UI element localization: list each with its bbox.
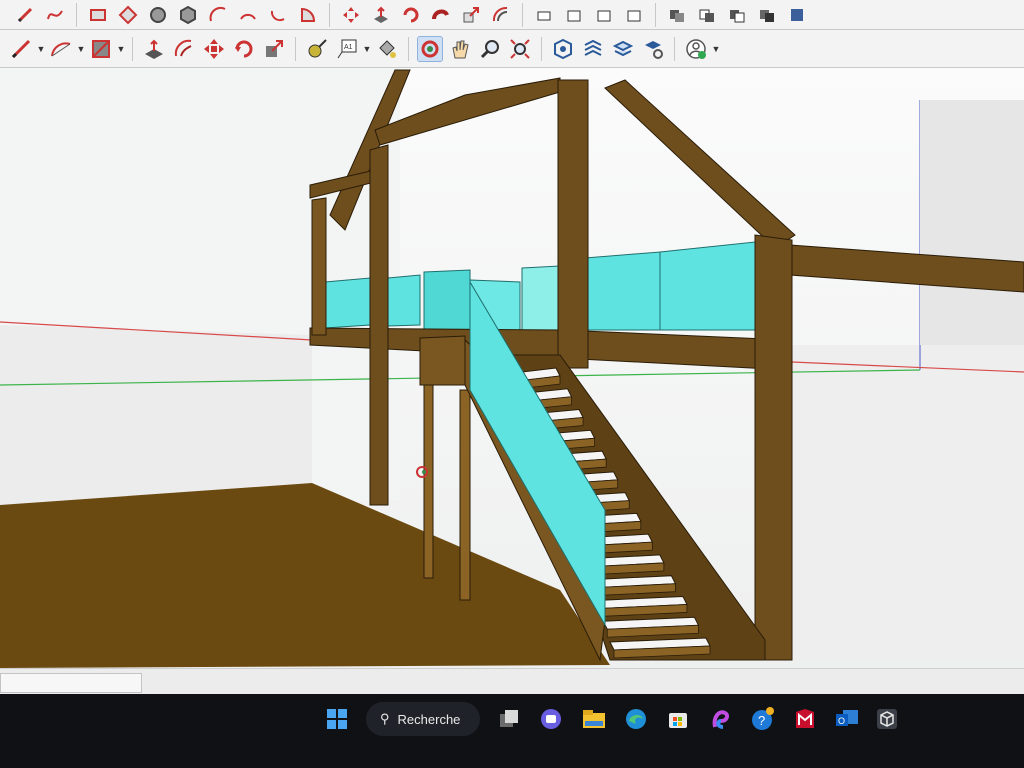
glass-panel <box>387 274 421 327</box>
orbit-tool-icon[interactable] <box>417 35 443 62</box>
center-post <box>557 79 589 369</box>
toolbar-separator <box>408 36 409 61</box>
pie-icon[interactable] <box>295 2 321 28</box>
teams-chat-icon[interactable] <box>534 702 568 736</box>
left-post <box>311 197 327 336</box>
svg-text:O: O <box>838 716 845 726</box>
solid-union-icon[interactable] <box>664 2 690 28</box>
file-explorer-icon[interactable] <box>577 702 611 736</box>
large-tool-set-toolbar: ▼ ▼ ▼ A1 ▼ ▼ <box>0 30 1024 68</box>
staircase-mezzanine-model <box>0 68 1024 668</box>
rectangle-icon[interactable] <box>85 2 111 28</box>
solid-trim-icon[interactable] <box>724 2 750 28</box>
component-icon[interactable] <box>591 2 617 28</box>
account-dropdown[interactable]: ▼ <box>711 36 721 62</box>
drawing-toolbar <box>0 0 1024 30</box>
solid-split-icon[interactable] <box>754 2 780 28</box>
paint-bucket-icon[interactable] <box>374 36 400 62</box>
glass-panel <box>521 265 561 331</box>
layout-send-icon[interactable] <box>610 36 636 62</box>
right-post <box>754 234 793 661</box>
account-icon[interactable] <box>683 36 709 62</box>
three-point-arc-icon[interactable] <box>265 2 291 28</box>
left-wall-lower <box>0 325 312 505</box>
zoom-tool-icon[interactable] <box>477 36 503 62</box>
move-tool-icon[interactable] <box>201 36 227 62</box>
stair-landing <box>419 335 466 386</box>
offset-icon[interactable] <box>488 2 514 28</box>
edge-browser-icon[interactable] <box>619 702 653 736</box>
pan-tool-icon[interactable] <box>447 36 473 62</box>
line-tool-icon[interactable] <box>8 36 34 62</box>
windows-start-icon[interactable] <box>320 702 354 736</box>
push-pull-icon[interactable] <box>368 2 394 28</box>
circle-icon[interactable] <box>145 2 171 28</box>
shape-tool-dropdown[interactable]: ▼ <box>116 36 126 62</box>
shape-tool-icon[interactable] <box>88 36 114 62</box>
glass-panel <box>324 277 371 329</box>
follow-me-icon[interactable] <box>428 2 454 28</box>
get-help-icon[interactable]: ? <box>746 702 780 736</box>
two-point-arc-icon[interactable] <box>235 2 261 28</box>
glass-panel <box>659 241 756 331</box>
search-icon: ⚲ <box>380 711 390 726</box>
text-tool-icon[interactable]: A1 <box>334 36 360 62</box>
eraser-icon[interactable] <box>531 2 557 28</box>
push-pull-tool-icon[interactable] <box>141 36 167 62</box>
right-back-panel <box>920 100 1024 345</box>
toolbar-separator <box>541 36 542 61</box>
landing-leg <box>423 384 434 579</box>
rotate-icon[interactable] <box>398 2 424 28</box>
extension-manager-icon[interactable] <box>640 36 666 62</box>
paint-bucket-icon[interactable] <box>561 2 587 28</box>
scale-tool-icon[interactable] <box>261 36 287 62</box>
scale-icon[interactable] <box>458 2 484 28</box>
toolbar-separator <box>522 2 523 27</box>
pencil-icon[interactable] <box>12 2 38 28</box>
toolbar-separator <box>655 2 656 27</box>
taskbar-search-box[interactable]: ⚲ Recherche <box>366 702 480 736</box>
status-bar <box>0 668 1024 695</box>
microsoft-store-icon[interactable] <box>661 702 695 736</box>
glass-panel <box>584 251 661 331</box>
sketchup-icon[interactable] <box>870 702 904 736</box>
toolbar-separator <box>76 2 77 27</box>
windows-taskbar: ⚲ Recherche ? O <box>0 694 1024 768</box>
svg-text:?: ? <box>758 713 765 728</box>
tape-measure-icon[interactable] <box>304 36 330 62</box>
arc-icon[interactable] <box>205 2 231 28</box>
toolbar-separator <box>295 36 296 61</box>
move-icon[interactable] <box>338 2 364 28</box>
arc-tool-icon[interactable] <box>48 36 74 62</box>
right-wall <box>792 345 1024 660</box>
rotate-tool-icon[interactable] <box>231 36 257 62</box>
copilot-icon[interactable] <box>704 702 738 736</box>
warehouse-icon[interactable] <box>550 36 576 62</box>
svg-text:A1: A1 <box>344 44 353 51</box>
extension-warehouse-icon[interactable] <box>580 36 606 62</box>
solid-subtract-icon[interactable] <box>694 2 720 28</box>
polygon-icon[interactable] <box>175 2 201 28</box>
measurements-box[interactable] <box>0 673 142 693</box>
landing-leg <box>459 389 471 601</box>
offset-tool-icon[interactable] <box>171 36 197 62</box>
group-icon[interactable] <box>621 2 647 28</box>
modeling-viewport[interactable] <box>0 68 1024 668</box>
line-tool-dropdown[interactable]: ▼ <box>36 36 46 62</box>
task-view-icon[interactable] <box>492 702 526 736</box>
mcafee-icon[interactable] <box>788 702 822 736</box>
rotated-rectangle-icon[interactable] <box>115 2 141 28</box>
text-tool-dropdown[interactable]: ▼ <box>362 36 372 62</box>
main-post <box>369 144 389 506</box>
zoom-extents-icon[interactable] <box>507 36 533 62</box>
toolbar-separator <box>132 36 133 61</box>
outlook-icon[interactable]: O <box>830 702 864 736</box>
toolbar-separator <box>674 36 675 61</box>
freehand-icon[interactable] <box>42 2 68 28</box>
solid-outer-shell-icon[interactable] <box>784 2 810 28</box>
arc-tool-dropdown[interactable]: ▼ <box>76 36 86 62</box>
search-label: Recherche <box>397 711 461 727</box>
toolbar-separator <box>329 2 330 27</box>
